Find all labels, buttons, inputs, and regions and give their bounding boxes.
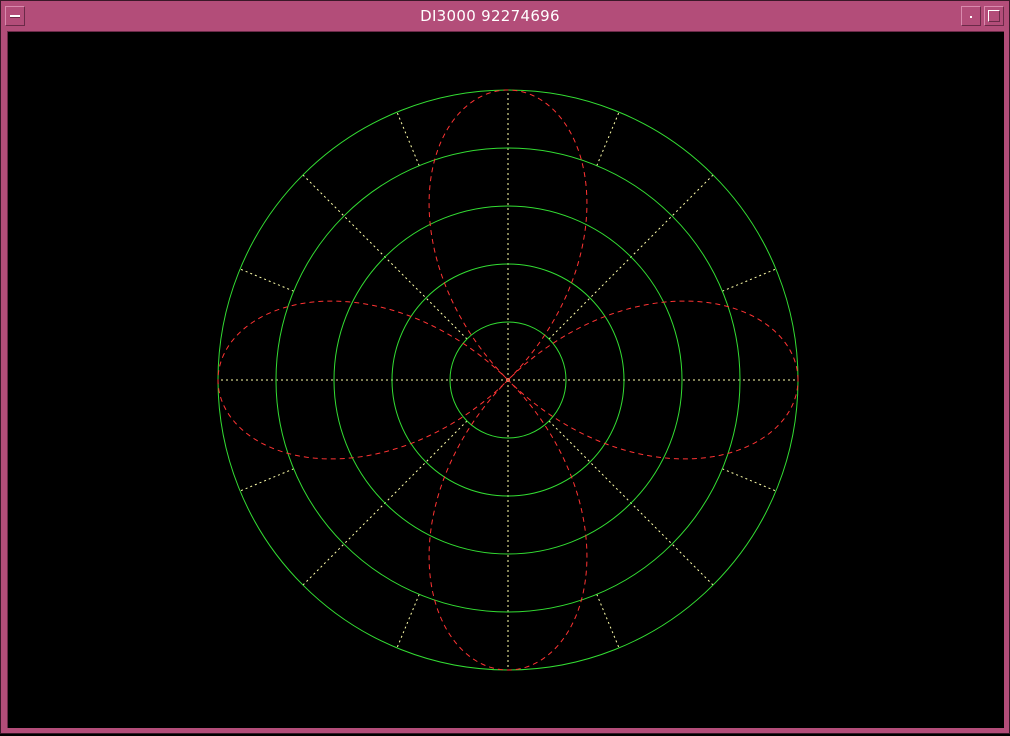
radial-spoke-5 bbox=[396, 111, 420, 166]
polar-plot bbox=[217, 89, 799, 671]
radial-spoke-9 bbox=[239, 468, 294, 492]
radial-spoke-3 bbox=[596, 111, 620, 166]
application-window: DI3000 92274696 bbox=[0, 0, 1010, 734]
radial-spoke-11 bbox=[396, 594, 420, 649]
radial-spoke-13 bbox=[596, 594, 620, 649]
radial-spoke-15 bbox=[722, 468, 777, 492]
radial-spoke-1 bbox=[722, 268, 777, 292]
rose-curve-series-0 bbox=[217, 89, 799, 671]
graphics-canvas bbox=[7, 31, 1004, 728]
radial-spoke-7 bbox=[239, 268, 294, 292]
